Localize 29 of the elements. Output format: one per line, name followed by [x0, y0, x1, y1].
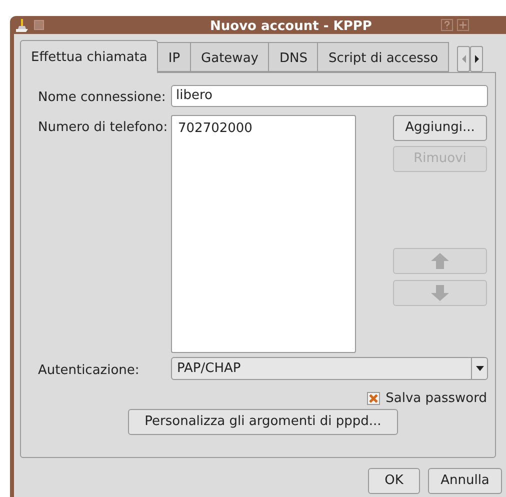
up-arrow-icon: [431, 253, 449, 269]
maximize-icon[interactable]: [457, 19, 469, 31]
ok-button[interactable]: OK: [368, 468, 420, 494]
pppd-arguments-button[interactable]: Personalizza gli argomenti di pppd...: [128, 409, 398, 435]
checkbox-label: Salva password: [386, 390, 487, 408]
dropdown-arrow-icon: [476, 366, 484, 371]
tab[interactable]: Effettua chiamata: [20, 40, 158, 73]
down-arrow-icon: [431, 285, 449, 301]
window-title: Nuovo account - KPPP: [210, 18, 372, 36]
help-icon[interactable]: [441, 19, 453, 31]
app-icon[interactable]: [14, 17, 30, 33]
tab[interactable]: IP: [158, 42, 192, 72]
tab[interactable]: Gateway: [191, 42, 270, 72]
field-label: Numero di telefono:: [38, 119, 168, 137]
authentication-dropdown[interactable]: PAP/CHAP: [171, 357, 488, 380]
list-item[interactable]: 702702000: [178, 119, 349, 138]
scroll-right-button[interactable]: [470, 46, 484, 72]
field-label: Autenticazione:: [38, 362, 140, 380]
right-arrow-icon: [474, 55, 480, 63]
phone-number-list[interactable]: 702702000: [171, 115, 356, 353]
cancel-button[interactable]: Annulla: [428, 468, 502, 494]
left-arrow-icon: [460, 55, 467, 63]
menu-box-icon[interactable]: [34, 20, 44, 30]
checkbox[interactable]: [366, 392, 380, 406]
connection-name-field[interactable]: libero: [171, 85, 488, 107]
tab[interactable]: Script di accesso: [318, 42, 450, 72]
tab[interactable]: DNS: [269, 42, 318, 72]
add-button[interactable]: Aggiungi...: [393, 115, 487, 141]
field-label: Nome connessione:: [38, 89, 166, 107]
